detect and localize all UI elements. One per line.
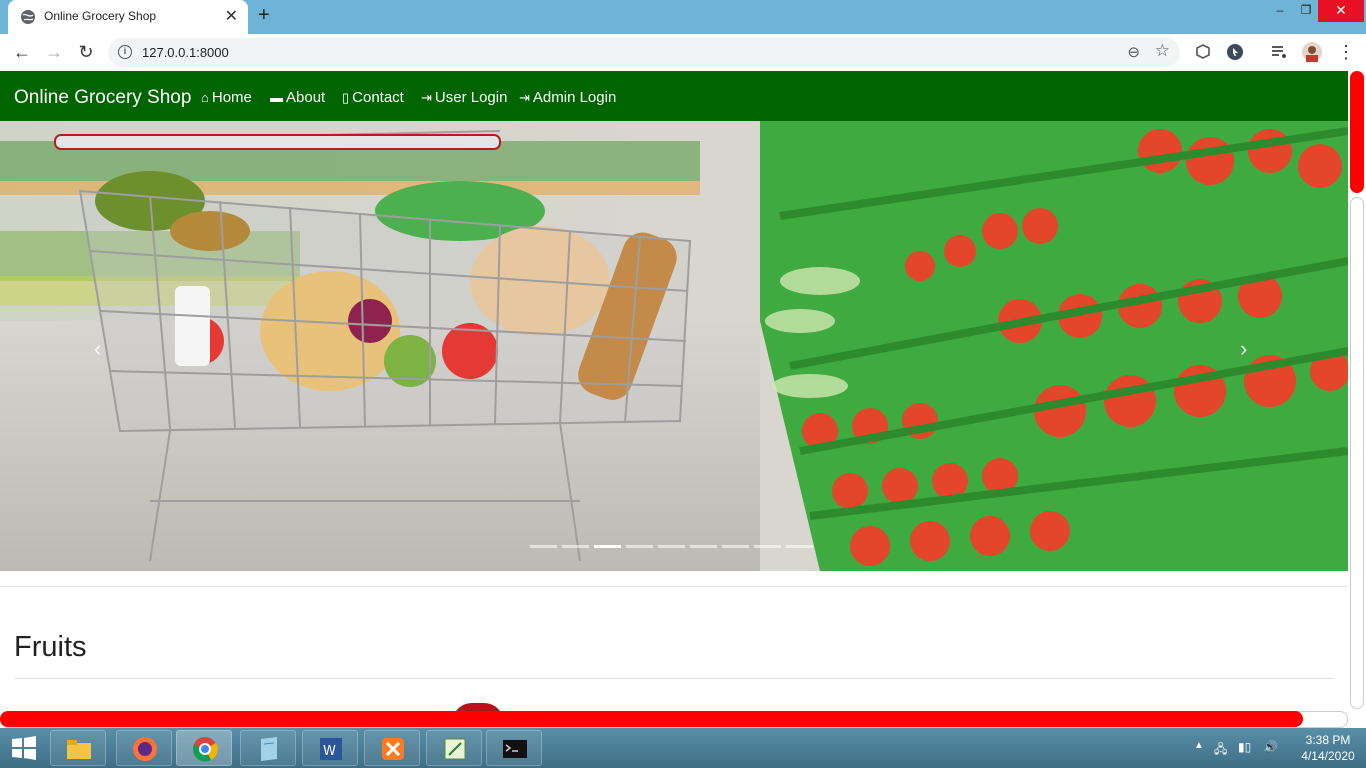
carousel-prev-icon[interactable]: ‹ — [94, 336, 101, 362]
back-arrow-icon[interactable]: ← — [10, 40, 34, 64]
media-queue-icon[interactable] — [1270, 43, 1288, 61]
xampp-icon — [382, 738, 404, 760]
site-navbar: Online Grocery Shop ⌂ Home ▬ About ▯ Con… — [0, 71, 1348, 121]
nav-home-label: Home — [211, 89, 252, 106]
taskbar-command-prompt[interactable] — [486, 730, 542, 766]
home-icon: ⌂ — [201, 90, 209, 105]
carousel-indicators — [530, 545, 813, 548]
tab-close-icon[interactable]: ✕ — [225, 6, 238, 26]
address-bar[interactable]: i 127.0.0.1:8000 ⊖ ☆ — [108, 38, 1180, 67]
nav-contact-label: Contact — [352, 89, 404, 106]
grocery-cart-image — [0, 121, 1348, 571]
page-viewport: Online Grocery Shop ⌂ Home ▬ About ▯ Con… — [0, 71, 1348, 711]
carousel-indicator[interactable] — [786, 545, 813, 548]
card-icon: ▬ — [270, 90, 283, 105]
windows-taskbar: W ▲ 🖧 ▮▯ 🔊 3:38 PM 4/14/2020 — [0, 728, 1366, 768]
taskbar-chrome[interactable] — [176, 730, 232, 766]
volume-icon[interactable]: 🔊 — [1263, 740, 1278, 754]
power-icon[interactable]: ▮▯ — [1238, 740, 1251, 754]
vertical-scrollbar-thumb[interactable] — [1350, 71, 1364, 193]
terminal-icon — [503, 740, 527, 758]
login-icon: ⇥ — [421, 89, 432, 105]
new-tab-button[interactable]: + — [258, 4, 270, 27]
carousel-indicator[interactable] — [722, 545, 749, 548]
taskbar-xampp[interactable] — [364, 730, 420, 766]
nav-admin-login[interactable]: ⇥ Admin Login — [519, 89, 616, 106]
clock-date: 4/14/2020 — [1301, 749, 1355, 763]
menu-kebab-icon[interactable]: ⋮ — [1334, 40, 1358, 64]
taskbar-file-explorer[interactable] — [50, 730, 106, 766]
carousel-indicator[interactable] — [626, 545, 653, 548]
zoom-icon[interactable]: ⊖ — [1127, 43, 1140, 61]
nav-admin-login-label: Admin Login — [532, 89, 617, 106]
nav-contact[interactable]: ▯ Contact — [342, 89, 404, 106]
horizontal-scrollbar-thumb[interactable] — [0, 711, 1303, 727]
forward-arrow-icon[interactable]: → — [42, 40, 66, 64]
site-info-icon[interactable]: i — [118, 45, 132, 59]
browser-tab[interactable]: Online Grocery Shop ✕ — [8, 0, 248, 34]
taskbar-notepad[interactable] — [240, 730, 296, 766]
nav-about[interactable]: ▬ About — [270, 89, 325, 106]
chrome-icon — [193, 737, 218, 762]
taskbar-word[interactable]: W — [302, 730, 358, 766]
system-clock[interactable]: 3:38 PM 4/14/2020 — [1296, 732, 1360, 764]
vertical-scrollbar-rail[interactable] — [1350, 197, 1364, 709]
carousel-indicator[interactable] — [754, 545, 781, 548]
tray-expand-icon[interactable]: ▲ — [1194, 740, 1204, 751]
extension-cube-icon[interactable] — [1194, 43, 1212, 61]
minimize-button[interactable]: – — [1268, 0, 1292, 22]
section-title: Fruits — [14, 631, 87, 663]
url-text[interactable]: 127.0.0.1:8000 — [142, 45, 229, 60]
notepad-icon — [261, 737, 277, 761]
carousel-indicator[interactable] — [562, 545, 589, 548]
close-window-button[interactable]: ✕ — [1318, 0, 1364, 22]
profile-avatar[interactable] — [1302, 42, 1322, 62]
carousel-indicator[interactable] — [690, 545, 717, 548]
divider — [14, 678, 1334, 679]
clock-time: 3:38 PM — [1305, 733, 1351, 747]
reload-icon[interactable]: ↻ — [74, 40, 98, 64]
folder-icon — [67, 740, 91, 759]
phone-icon: ▯ — [342, 89, 350, 105]
windows-start-icon[interactable] — [8, 734, 40, 762]
taskbar-firefox[interactable] — [116, 730, 172, 766]
apple-product-image[interactable] — [452, 703, 504, 711]
maximize-button[interactable]: ❐ — [1294, 0, 1318, 22]
site-brand[interactable]: Online Grocery Shop — [14, 87, 191, 109]
nav-user-login-label: User Login — [434, 89, 508, 106]
nav-about-label: About — [286, 89, 326, 106]
editor-icon — [444, 738, 466, 760]
tab-strip: Online Grocery Shop ✕ + – ❐ ✕ — [0, 0, 1366, 34]
hero-carousel[interactable]: ‹ › — [0, 121, 1348, 571]
divider — [0, 586, 1348, 587]
globe-icon — [21, 10, 35, 24]
extension-cursor-icon[interactable] — [1226, 43, 1244, 61]
taskbar-editor[interactable] — [426, 730, 482, 766]
firefox-icon — [133, 737, 157, 761]
nav-user-login[interactable]: ⇥ User Login — [421, 89, 507, 106]
svg-text:W: W — [323, 744, 336, 759]
tab-title: Online Grocery Shop — [44, 9, 157, 23]
network-icon[interactable]: 🖧 — [1214, 740, 1227, 761]
carousel-indicator[interactable] — [594, 545, 621, 548]
login-icon: ⇥ — [519, 89, 530, 105]
word-icon: W — [320, 738, 342, 760]
nav-home[interactable]: ⌂ Home — [201, 89, 252, 106]
bookmark-star-icon[interactable]: ☆ — [1155, 41, 1170, 61]
carousel-next-icon[interactable]: › — [1240, 336, 1247, 362]
carousel-indicator[interactable] — [530, 545, 557, 548]
browser-toolbar: ← → ↻ i 127.0.0.1:8000 ⊖ ☆ ⋮ — [0, 34, 1366, 72]
carousel-indicator[interactable] — [658, 545, 685, 548]
